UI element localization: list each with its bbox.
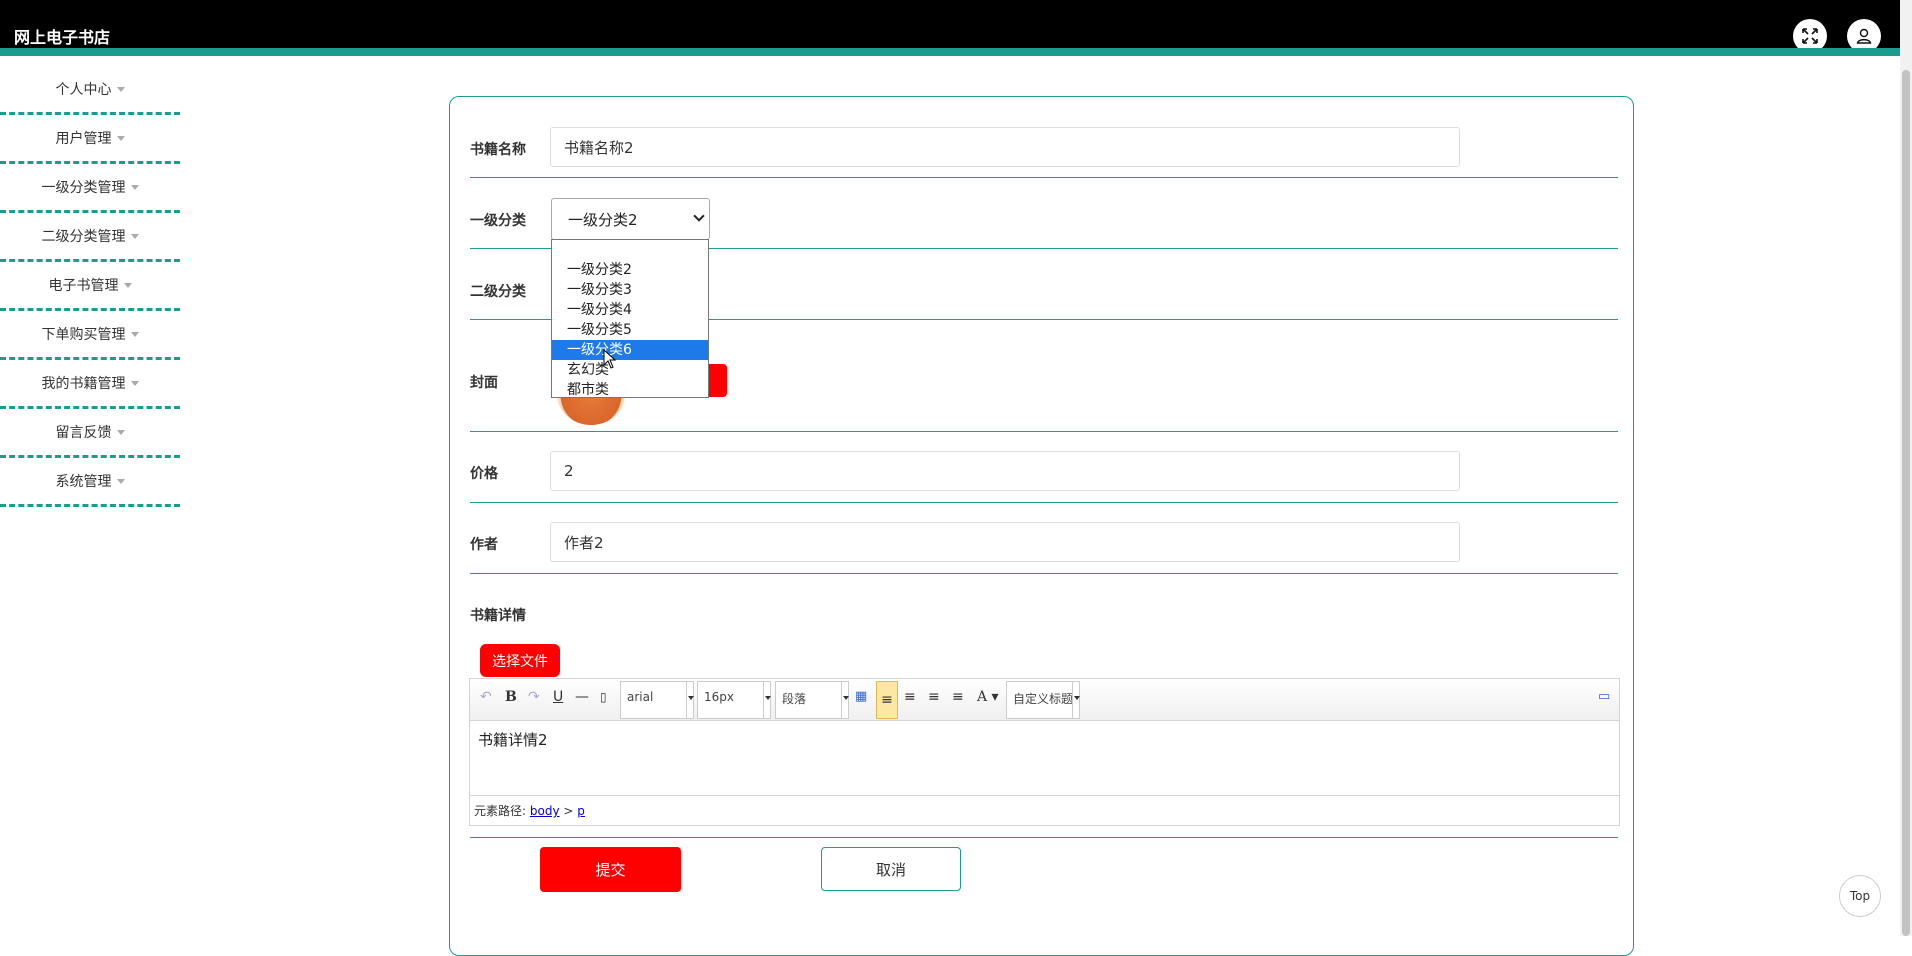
cover-label: 封面 xyxy=(470,375,498,391)
header-accent-bar xyxy=(0,48,1900,56)
caret-down-icon xyxy=(130,233,139,239)
dropdown-option[interactable]: 都市类 xyxy=(552,380,708,400)
editor-toolbar: ↶ B ↷ U — ▯ arial 16px 段落 ▦ ≡ ≡ ≡ ≡ A ▾ … xyxy=(470,679,1619,721)
chevron-down-icon xyxy=(693,210,705,222)
price-input[interactable]: 2 xyxy=(550,451,1460,491)
rich-text-editor: ↶ B ↷ U — ▯ arial 16px 段落 ▦ ≡ ≡ ≡ ≡ A ▾ … xyxy=(469,678,1620,826)
detail-label: 书籍详情 xyxy=(470,608,526,624)
undo-icon[interactable]: ↶ xyxy=(480,687,492,707)
scrollbar-thumb[interactable] xyxy=(1902,70,1910,936)
author-input[interactable]: 作者2 xyxy=(550,522,1460,562)
page-scrollbar[interactable] xyxy=(1900,0,1912,936)
caret-down-icon xyxy=(116,86,125,92)
author-label: 作者 xyxy=(470,537,498,553)
dropdown-option[interactable]: 一级分类4 xyxy=(552,300,708,320)
caret-down-icon xyxy=(116,429,125,435)
sidebar-item-user-management[interactable]: 用户管理 xyxy=(0,115,180,164)
user-icon xyxy=(1856,28,1872,44)
custom-title-select[interactable]: 自定义标题 xyxy=(1006,681,1080,719)
dropdown-option-highlighted[interactable]: 一级分类6 xyxy=(552,340,708,360)
sidebar-item-ebook-management[interactable]: 电子书管理 xyxy=(0,262,180,311)
align-right-icon[interactable]: ≡ xyxy=(904,687,916,707)
mouse-cursor-icon xyxy=(603,349,617,369)
underline-icon[interactable]: U xyxy=(553,687,563,707)
sidebar-item-category2-management[interactable]: 二级分类管理 xyxy=(0,213,180,262)
horizontal-rule-icon[interactable]: — xyxy=(575,687,589,707)
align-left-icon[interactable]: ≡ xyxy=(876,681,898,719)
cancel-button[interactable]: 取消 xyxy=(821,847,961,891)
back-to-top-button[interactable]: Top xyxy=(1839,875,1881,917)
redo-icon[interactable]: ↷ xyxy=(528,687,540,707)
bold-icon[interactable]: B xyxy=(505,687,517,707)
align-center-icon[interactable]: ≡ xyxy=(928,687,940,707)
editor-content[interactable]: 书籍详情2 xyxy=(470,721,1619,795)
fullscreen-icon xyxy=(1802,28,1818,44)
app-title: 网上电子书店 xyxy=(14,28,111,47)
sidebar-item-personal-center[interactable]: 个人中心 xyxy=(0,66,180,115)
align-justify-icon[interactable]: ≡ xyxy=(952,687,964,707)
submit-button[interactable]: 提交 xyxy=(540,847,681,892)
font-family-select[interactable]: arial xyxy=(620,681,694,719)
dropdown-option[interactable]: 一级分类2 xyxy=(552,260,708,280)
sidebar-item-system-management[interactable]: 系统管理 xyxy=(0,458,180,507)
choose-file-button[interactable]: 选择文件 xyxy=(480,644,560,677)
book-name-label: 书籍名称 xyxy=(470,142,526,158)
category1-label: 一级分类 xyxy=(470,213,526,229)
dropdown-option[interactable] xyxy=(552,240,708,260)
dropdown-option[interactable]: 玄幻类 xyxy=(552,360,708,380)
category1-select[interactable]: 一级分类2 xyxy=(551,198,710,240)
sidebar-item-order-management[interactable]: 下单购买管理 xyxy=(0,311,180,360)
category2-label: 二级分类 xyxy=(470,284,526,300)
preview-icon[interactable]: ▭ xyxy=(1598,687,1610,707)
caret-down-icon xyxy=(130,184,139,190)
caret-down-icon xyxy=(123,282,132,288)
category1-dropdown-list: 一级分类2 一级分类3 一级分类4 一级分类5 一级分类6 玄幻类 都市类 xyxy=(551,239,709,398)
font-size-select[interactable]: 16px xyxy=(697,681,771,719)
sidebar-item-feedback[interactable]: 留言反馈 xyxy=(0,409,180,458)
caret-down-icon xyxy=(116,478,125,484)
dropdown-option[interactable]: 一级分类5 xyxy=(552,320,708,340)
page-icon[interactable]: ▯ xyxy=(600,687,607,707)
font-color-icon[interactable]: A ▾ xyxy=(977,687,999,707)
caret-down-icon xyxy=(130,380,139,386)
path-body-link[interactable]: body xyxy=(530,804,560,818)
path-p-link[interactable]: p xyxy=(577,804,585,818)
sidebar-item-category1-management[interactable]: 一级分类管理 xyxy=(0,164,180,213)
caret-down-icon xyxy=(130,331,139,337)
price-label: 价格 xyxy=(470,466,498,482)
sidebar: 个人中心 用户管理 一级分类管理 二级分类管理 电子书管理 下单购买管理 我的书… xyxy=(0,66,180,507)
book-name-input[interactable]: 书籍名称2 xyxy=(550,127,1460,167)
table-icon[interactable]: ▦ xyxy=(855,687,867,707)
sidebar-item-my-books[interactable]: 我的书籍管理 xyxy=(0,360,180,409)
paragraph-select[interactable]: 段落 xyxy=(775,681,849,719)
caret-down-icon xyxy=(116,135,125,141)
editor-path-bar: 元素路径: body > p xyxy=(470,795,1619,825)
dropdown-option[interactable]: 一级分类3 xyxy=(552,280,708,300)
top-header: 网上电子书店 xyxy=(0,0,1900,56)
